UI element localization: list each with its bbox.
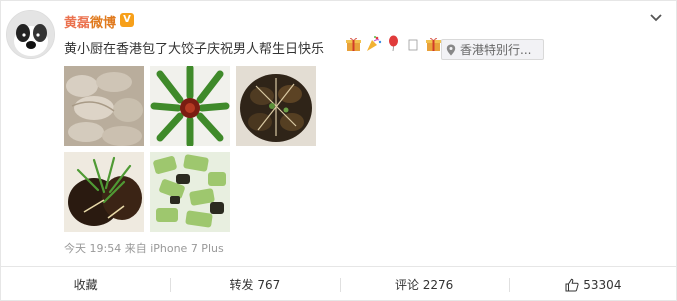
party-popper-icon	[367, 35, 382, 51]
thumbs-up-icon	[565, 278, 579, 291]
post-time-source: 今天 19:54 来自 iPhone 7 Plus	[64, 242, 224, 255]
photo-thumbnail-century-egg[interactable]	[236, 66, 316, 146]
favorite-label: 收藏	[73, 278, 98, 292]
gift-icon	[426, 37, 441, 51]
photo-image	[64, 66, 144, 146]
username-rest[interactable]: 微博	[90, 16, 116, 31]
emoji-row	[345, 34, 442, 52]
comment-button[interactable]: 评论 2276	[339, 267, 509, 301]
comment-label: 评论 2276	[394, 278, 454, 292]
verified-badge-icon: V	[120, 13, 134, 27]
photo-thumbnail-mushroom-salad[interactable]	[64, 152, 144, 232]
missing-glyph-icon	[408, 39, 418, 50]
action-bar: 收藏 转发 767 评论 2276 53304	[1, 266, 677, 301]
location-tag[interactable]: 香港特别行...	[441, 39, 544, 60]
chevron-down-icon[interactable]	[648, 9, 664, 25]
balloon-icon	[389, 35, 398, 51]
repost-label: 转发 767	[229, 278, 281, 292]
photo-thumbnail-cucumber-salad[interactable]	[150, 152, 230, 232]
like-button[interactable]: 53304	[508, 267, 677, 301]
avatar-image	[7, 11, 54, 58]
avatar[interactable]	[6, 10, 55, 59]
username-highlight[interactable]: 黄磊	[64, 16, 90, 31]
location-pin-icon	[446, 44, 456, 55]
photo-image	[64, 152, 144, 232]
photo-image	[150, 152, 230, 232]
post-text: 黄小厨在香港包了大饺子庆祝男人帮生日快乐	[64, 42, 325, 57]
photo-thumbnail-okra[interactable]	[150, 66, 230, 146]
repost-button[interactable]: 转发 767	[170, 267, 339, 301]
photo-image	[150, 66, 230, 146]
like-count: 53304	[583, 277, 622, 292]
weibo-post-card: 黄磊微博 V 黄小厨在香港包了大饺子庆祝男人帮生日快乐 香港特别行... 今天 …	[0, 0, 677, 301]
photo-image	[236, 66, 316, 146]
photo-thumbnail-dumplings[interactable]	[64, 66, 144, 146]
username[interactable]: 黄磊微博	[64, 12, 116, 31]
favorite-button[interactable]: 收藏	[1, 267, 170, 301]
gift-icon	[346, 37, 361, 51]
location-label[interactable]: 香港特别行...	[460, 41, 531, 58]
